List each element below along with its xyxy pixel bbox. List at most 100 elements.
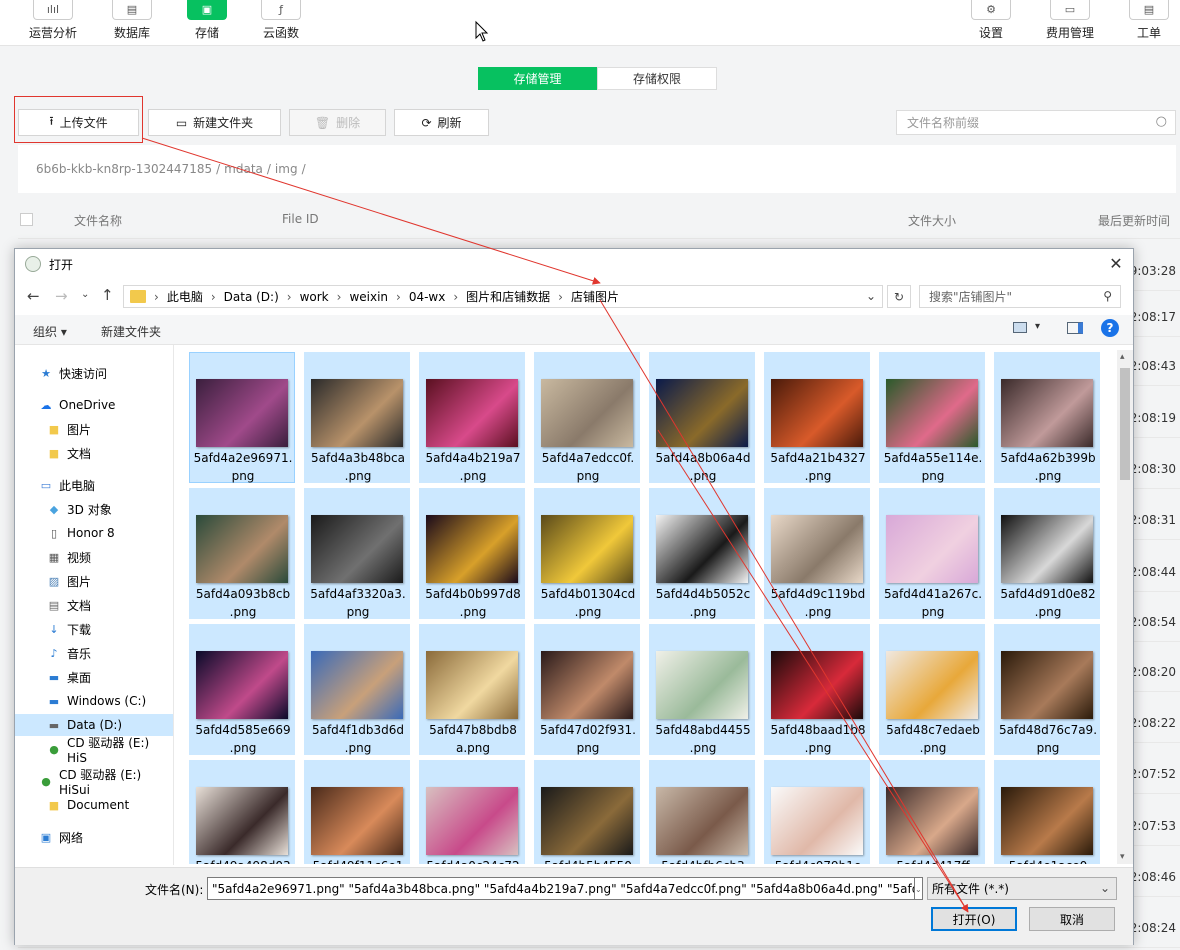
file-tile[interactable]: 5afd4a4b219a7 .png bbox=[419, 352, 525, 483]
nav-item-1[interactable]: ▤ 数据库 bbox=[97, 0, 167, 46]
sidebar-item[interactable]: ▬ 桌面 bbox=[15, 666, 173, 688]
scrollbar-thumb[interactable] bbox=[1120, 368, 1130, 480]
file-tile[interactable]: 5afd48baad1b8 .png bbox=[764, 624, 870, 755]
chevron-right-icon[interactable]: › bbox=[396, 290, 401, 304]
file-tile[interactable]: 5afd4b01304cd .png bbox=[534, 488, 640, 619]
breadcrumb-item[interactable]: img bbox=[275, 162, 298, 176]
preview-pane-icon[interactable] bbox=[1067, 322, 1083, 334]
vertical-scrollbar[interactable]: ▴ ▾ bbox=[1117, 350, 1133, 864]
sidebar-item[interactable]: ▯ Honor 8 bbox=[15, 522, 173, 544]
file-tile[interactable]: 5afd4c079b1e.png bbox=[764, 760, 870, 864]
upload-file-button[interactable]: ⭱ 上传文件 bbox=[18, 109, 139, 136]
file-tile[interactable]: 5afd48abd4455 .png bbox=[649, 624, 755, 755]
sidebar-item[interactable]: ↓ 下载 bbox=[15, 618, 173, 640]
sidebar-item[interactable]: ▨ 图片 bbox=[15, 570, 173, 592]
organize-menu[interactable]: 组织 ▾ bbox=[33, 323, 67, 340]
file-tile[interactable]: 5afd4d41a267c. png bbox=[879, 488, 985, 619]
view-options-icon[interactable] bbox=[1013, 322, 1027, 333]
sidebar-item[interactable]: ◆ 3D 对象 bbox=[15, 498, 173, 520]
file-tile[interactable]: 5afd4a3b48bca .png bbox=[304, 352, 410, 483]
select-all-checkbox[interactable] bbox=[20, 213, 33, 226]
breadcrumb-item[interactable]: mdata bbox=[224, 162, 263, 176]
file-tile[interactable]: 5afd4d91d0e82 .png bbox=[994, 488, 1100, 619]
chevron-right-icon[interactable]: › bbox=[287, 290, 292, 304]
sidebar-item[interactable]: ▦ 视频 bbox=[15, 546, 173, 568]
file-tile[interactable]: 5afd49a498d03.png bbox=[189, 760, 295, 864]
path-segment[interactable]: Data (D:) bbox=[224, 290, 279, 304]
chevron-right-icon[interactable]: › bbox=[211, 290, 216, 304]
scroll-down-icon[interactable]: ▾ bbox=[1120, 852, 1125, 862]
breadcrumb-item[interactable]: 6b6b-kkb-kn8rp-1302447185 bbox=[36, 162, 212, 176]
file-tile[interactable]: 5afd4a2e96971. png bbox=[189, 352, 295, 483]
chevron-right-icon[interactable]: › bbox=[558, 290, 563, 304]
nav-right-item-2[interactable]: ▤ 工单 bbox=[1114, 0, 1180, 46]
new-folder-button[interactable]: ▭ 新建文件夹 bbox=[148, 109, 281, 136]
file-tile[interactable]: 5afd48c7edaeb .png bbox=[879, 624, 985, 755]
column-header-file-id[interactable]: File ID bbox=[282, 212, 319, 226]
path-segment[interactable]: 店铺图片 bbox=[571, 290, 619, 304]
path-segment[interactable]: weixin bbox=[349, 290, 388, 304]
sidebar-item[interactable]: ● CD 驱动器 (E:) HiSui bbox=[15, 768, 173, 797]
up-arrow-icon[interactable]: ↑ bbox=[101, 286, 114, 304]
path-segment[interactable]: work bbox=[300, 290, 329, 304]
sidebar-item[interactable]: ▤ 文档 bbox=[15, 594, 173, 616]
sidebar-item[interactable]: ▬ Windows (C:) bbox=[15, 690, 173, 712]
nav-item-2[interactable]: ▣ 存储 bbox=[172, 0, 242, 46]
file-tile[interactable]: 5afd4e1ace0.png bbox=[994, 760, 1100, 864]
sidebar-item[interactable]: ▭ 此电脑 bbox=[15, 474, 173, 496]
path-segment[interactable]: 图片和店铺数据 bbox=[466, 290, 550, 304]
file-tile[interactable]: 5afd4a8b06a4d .png bbox=[649, 352, 755, 483]
chevron-down-icon[interactable]: ⌄ bbox=[866, 289, 876, 303]
refresh-icon[interactable]: ↻ bbox=[887, 285, 911, 308]
sidebar-item[interactable]: ■ 图片 bbox=[15, 418, 173, 440]
filename-input[interactable]: "5afd4a2e96971.png" "5afd4a3b48bca.png" … bbox=[207, 877, 915, 900]
column-header-size[interactable]: 文件大小 bbox=[908, 212, 956, 229]
forward-arrow-icon[interactable]: → bbox=[55, 287, 68, 305]
dialog-new-folder-button[interactable]: 新建文件夹 bbox=[101, 323, 161, 340]
filename-dropdown-icon[interactable]: ⌄ bbox=[915, 877, 923, 900]
nav-right-item-1[interactable]: ▭ 费用管理 bbox=[1035, 0, 1105, 46]
file-tile[interactable]: 5afd4d9c119bd .png bbox=[764, 488, 870, 619]
file-tile[interactable]: 5afd4a7edcc0f. png bbox=[534, 352, 640, 483]
back-arrow-icon[interactable]: ← bbox=[27, 287, 40, 305]
file-tile[interactable]: 5afd4a62b399b .png bbox=[994, 352, 1100, 483]
scroll-up-icon[interactable]: ▴ bbox=[1120, 352, 1125, 362]
file-type-select[interactable]: 所有文件 (*.*) ⌄ bbox=[927, 877, 1117, 900]
sidebar-item[interactable]: ■ Document bbox=[15, 794, 173, 816]
file-tile[interactable]: 5afd4a0c24c72.png bbox=[419, 760, 525, 864]
file-tile[interactable]: 5afd4a093b8cb .png bbox=[189, 488, 295, 619]
file-tile[interactable]: 5afd4b0b997d8 .png bbox=[419, 488, 525, 619]
file-prefix-search-input[interactable]: 文件名称前缀 ○ bbox=[896, 110, 1176, 135]
delete-button[interactable]: 🗑 删除 bbox=[289, 109, 386, 136]
file-tile[interactable]: 5afd47d02f931. png bbox=[534, 624, 640, 755]
folder-search-input[interactable]: 搜索"店铺图片" ⚲ bbox=[919, 285, 1121, 308]
nav-item-3[interactable]: ƒ 云函数 bbox=[246, 0, 316, 46]
file-tile[interactable]: 5afd4f1db3d6d .png bbox=[304, 624, 410, 755]
nav-right-item-0[interactable]: ⚙ 设置 bbox=[956, 0, 1026, 46]
file-tile[interactable]: 5afd47b8bdb8 a.png bbox=[419, 624, 525, 755]
view-chevron-icon[interactable]: ▾ bbox=[1035, 321, 1040, 332]
address-bar[interactable]: › 此电脑 › Data (D:) › work › weixin › 04-wx › 图片和店铺数… bbox=[123, 285, 883, 308]
tab-storage-management[interactable]: 存储管理 bbox=[478, 67, 597, 90]
chevron-right-icon[interactable]: › bbox=[337, 290, 342, 304]
file-tile[interactable]: 5afd4d4b5052c .png bbox=[649, 488, 755, 619]
file-tile[interactable]: 5afd4bfb6cb3.png bbox=[649, 760, 755, 864]
file-tile[interactable]: 5afd4a21b4327 .png bbox=[764, 352, 870, 483]
column-header-name[interactable]: 文件名称 bbox=[74, 212, 122, 229]
recent-locations-chevron-icon[interactable]: ⌄ bbox=[81, 289, 89, 300]
path-segment[interactable]: 此电脑 bbox=[167, 290, 203, 304]
file-tile[interactable]: 5afd48d76c7a9. png bbox=[994, 624, 1100, 755]
file-tile[interactable]: 5afd4d585e669 .png bbox=[189, 624, 295, 755]
column-header-updated[interactable]: 最后更新时间 bbox=[1098, 212, 1170, 229]
path-segment[interactable]: 04-wx bbox=[409, 290, 446, 304]
close-icon[interactable]: ✕ bbox=[1105, 253, 1127, 275]
sidebar-item[interactable]: ● CD 驱动器 (E:) HiS bbox=[15, 736, 173, 765]
refresh-button[interactable]: ⟳ 刷新 bbox=[394, 109, 489, 136]
nav-item-0[interactable]: ılıl 运营分析 bbox=[18, 0, 88, 46]
file-tile[interactable]: 5afd4b5b4550.png bbox=[534, 760, 640, 864]
sidebar-item[interactable]: ☁ OneDrive bbox=[15, 394, 173, 416]
file-tile[interactable]: 5afd4af3320a3. png bbox=[304, 488, 410, 619]
sidebar-item[interactable]: ■ 文档 bbox=[15, 442, 173, 464]
tab-storage-permissions[interactable]: 存储权限 bbox=[597, 67, 717, 90]
chevron-right-icon[interactable]: › bbox=[453, 290, 458, 304]
